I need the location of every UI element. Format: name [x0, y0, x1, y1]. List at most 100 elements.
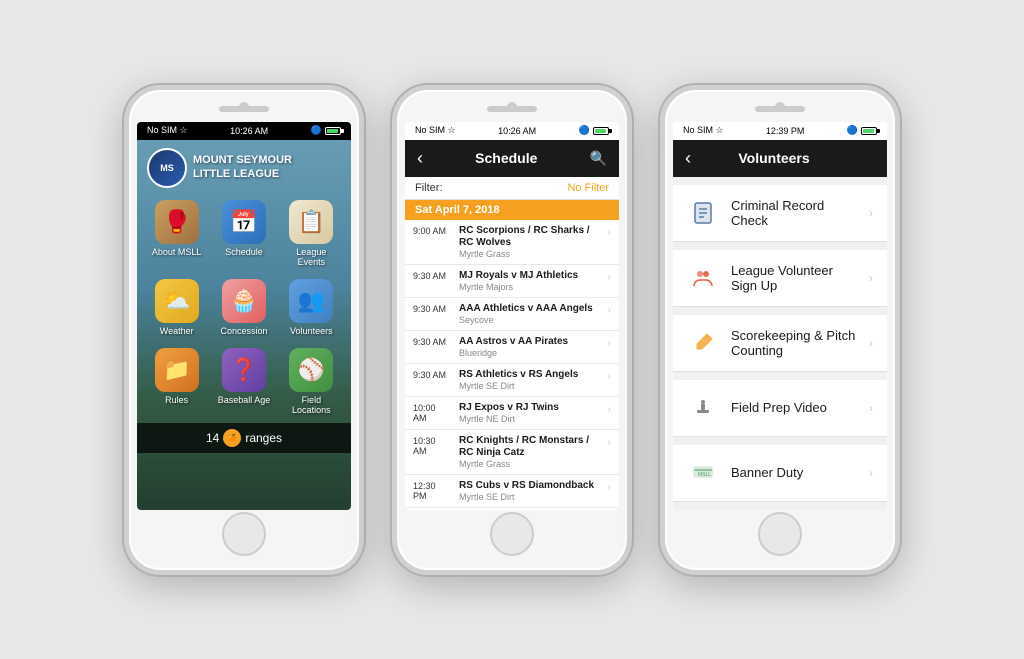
status-bar-2: No SIM ☆ 10:26 AM 🔵	[405, 122, 619, 140]
filter-value[interactable]: No Filter	[567, 182, 609, 194]
vol-label-0: Criminal Record Check	[731, 198, 857, 228]
schedule-item-1[interactable]: 9:30 AM MJ Royals v MJ Athletics Myrtle …	[405, 265, 619, 298]
ms-logo: MS	[147, 148, 187, 188]
schedule-item-0[interactable]: 9:00 AM RC Scorpions / RC Sharks / RC Wo…	[405, 220, 619, 265]
phone1-grid: 🥊 About MSLL 📅 Schedule 📋 League Events …	[137, 192, 351, 423]
vol-item-1[interactable]: League Volunteer Sign Up ›	[673, 250, 887, 307]
time-6: 10:30 AM	[413, 435, 451, 456]
footer-number: 14	[206, 431, 219, 445]
vol-item-0[interactable]: Criminal Record Check ›	[673, 185, 887, 242]
speaker-1	[219, 106, 269, 112]
phones-container: No SIM ☆ 10:26 AM 🔵 MS MOUNT SEYMOUR LIT…	[104, 55, 920, 605]
league-signup-icon	[687, 262, 719, 294]
grid-item-baseball-age[interactable]: ❓ Baseball Age	[212, 344, 275, 419]
criminal-record-icon	[687, 197, 719, 229]
game-5: RJ Expos v RJ Twins	[459, 402, 600, 414]
arrow-4: ›	[608, 369, 611, 382]
speaker-2	[487, 106, 537, 112]
vol-item-4[interactable]: MSLL Banner Duty ›	[673, 445, 887, 502]
schedule-item-6[interactable]: 10:30 AM RC Knights / RC Monstars / RC N…	[405, 430, 619, 475]
screen-3: No SIM ☆ 12:39 PM 🔵 ‹ Volunteers	[673, 122, 887, 510]
concession-icon: 🧁	[222, 279, 266, 323]
info-4: RS Athletics v RS Angels Myrtle SE Dirt	[459, 369, 600, 391]
baseball-age-icon: ❓	[222, 348, 266, 392]
grid-label-rules: Rules	[165, 395, 188, 405]
status-left-2: No SIM ☆	[415, 125, 456, 136]
about-icon: 🥊	[155, 200, 199, 244]
loc-0: Myrtle Grass	[459, 249, 600, 259]
status-bar-1: No SIM ☆ 10:26 AM 🔵	[137, 122, 351, 140]
phone1-header: MS MOUNT SEYMOUR LITTLE LEAGUE	[137, 140, 351, 192]
battery-2	[593, 127, 609, 135]
vol-arrow-4: ›	[869, 466, 873, 480]
arrow-6: ›	[608, 435, 611, 448]
grid-label-about: About MSLL	[152, 247, 202, 257]
screen-1: No SIM ☆ 10:26 AM 🔵 MS MOUNT SEYMOUR LIT…	[137, 122, 351, 510]
vol-item-3[interactable]: Field Prep Video ›	[673, 380, 887, 437]
phone1-footer: 14 🍊 ranges	[137, 423, 351, 453]
speaker-3	[755, 106, 805, 112]
volunteers-header: ‹ Volunteers	[673, 140, 887, 177]
arrow-3: ›	[608, 336, 611, 349]
grid-item-about[interactable]: 🥊 About MSLL	[145, 196, 208, 271]
time-2: 9:30 AM	[413, 303, 451, 314]
vol-label-3: Field Prep Video	[731, 400, 857, 415]
battery-1	[325, 127, 341, 135]
screen-2: No SIM ☆ 10:26 AM 🔵 ‹ Schedule 🔍 Filter:…	[405, 122, 619, 510]
info-3: AA Astros v AA Pirates Blueridge	[459, 336, 600, 358]
schedule-item-5[interactable]: 10:00 AM RJ Expos v RJ Twins Myrtle NE D…	[405, 397, 619, 430]
status-time-3: 12:39 PM	[766, 126, 805, 136]
game-4: RS Athletics v RS Angels	[459, 369, 600, 381]
vol-arrow-3: ›	[869, 401, 873, 415]
scorekeeping-icon	[687, 327, 719, 359]
grid-label-baseball-age: Baseball Age	[218, 395, 271, 405]
grid-item-events[interactable]: 📋 League Events	[280, 196, 343, 271]
phone-3: No SIM ☆ 12:39 PM 🔵 ‹ Volunteers	[660, 85, 900, 575]
back-button-2[interactable]: ‹	[417, 148, 423, 169]
phone1-title: MOUNT SEYMOUR LITTLE LEAGUE	[193, 154, 292, 180]
time-5: 10:00 AM	[413, 402, 451, 423]
filter-label: Filter:	[415, 182, 443, 194]
volunteers-icon: 👥	[289, 279, 333, 323]
phone-2: No SIM ☆ 10:26 AM 🔵 ‹ Schedule 🔍 Filter:…	[392, 85, 632, 575]
search-button-2[interactable]: 🔍	[590, 150, 607, 167]
grid-item-field-locations[interactable]: ⚾ Field Locations	[280, 344, 343, 419]
volunteers-title: Volunteers	[738, 150, 809, 166]
phone1-content: MS MOUNT SEYMOUR LITTLE LEAGUE 🥊 About M…	[137, 140, 351, 510]
status-time-2: 10:26 AM	[498, 126, 536, 136]
schedule-item-4[interactable]: 9:30 AM RS Athletics v RS Angels Myrtle …	[405, 364, 619, 397]
arrow-7: ›	[608, 480, 611, 493]
vol-arrow-0: ›	[869, 206, 873, 220]
schedule-item-3[interactable]: 9:30 AM AA Astros v AA Pirates Blueridge…	[405, 331, 619, 364]
game-1: MJ Royals v MJ Athletics	[459, 270, 600, 282]
info-5: RJ Expos v RJ Twins Myrtle NE Dirt	[459, 402, 600, 424]
info-1: MJ Royals v MJ Athletics Myrtle Majors	[459, 270, 600, 292]
game-0: RC Scorpions / RC Sharks / RC Wolves	[459, 225, 600, 249]
loc-6: Myrtle Grass	[459, 459, 600, 469]
status-right-3: 🔵	[847, 125, 877, 136]
vol-item-2[interactable]: Scorekeeping & Pitch Counting ›	[673, 315, 887, 372]
game-2: AAA Athletics v AAA Angels	[459, 303, 600, 315]
grid-item-schedule[interactable]: 📅 Schedule	[212, 196, 275, 271]
volunteers-list: Criminal Record Check › League Volunteer…	[673, 177, 887, 510]
grid-item-concession[interactable]: 🧁 Concession	[212, 275, 275, 340]
loc-3: Blueridge	[459, 348, 600, 358]
grid-item-volunteers[interactable]: 👥 Volunteers	[280, 275, 343, 340]
weather-icon: ⛅	[155, 279, 199, 323]
vol-divider-3	[673, 372, 887, 380]
grid-item-rules[interactable]: 📁 Rules	[145, 344, 208, 419]
schedule-item-8[interactable]: 1:00 PM MJ Red Sox v MJ Tigers ›	[405, 508, 619, 510]
game-7: RS Cubs v RS Diamondback	[459, 480, 600, 492]
status-time-1: 10:26 AM	[230, 126, 268, 136]
back-button-3[interactable]: ‹	[685, 148, 691, 169]
grid-item-weather[interactable]: ⛅ Weather	[145, 275, 208, 340]
loc-1: Myrtle Majors	[459, 282, 600, 292]
game-3: AA Astros v AA Pirates	[459, 336, 600, 348]
status-left-3: No SIM ☆	[683, 125, 724, 136]
schedule-item-7[interactable]: 12:30 PM RS Cubs v RS Diamondback Myrtle…	[405, 475, 619, 508]
grid-label-concession: Concession	[220, 326, 267, 336]
vol-divider-4	[673, 437, 887, 445]
schedule-item-2[interactable]: 9:30 AM AAA Athletics v AAA Angels Seyco…	[405, 298, 619, 331]
filter-bar: Filter: No Filter	[405, 177, 619, 200]
arrow-2: ›	[608, 303, 611, 316]
